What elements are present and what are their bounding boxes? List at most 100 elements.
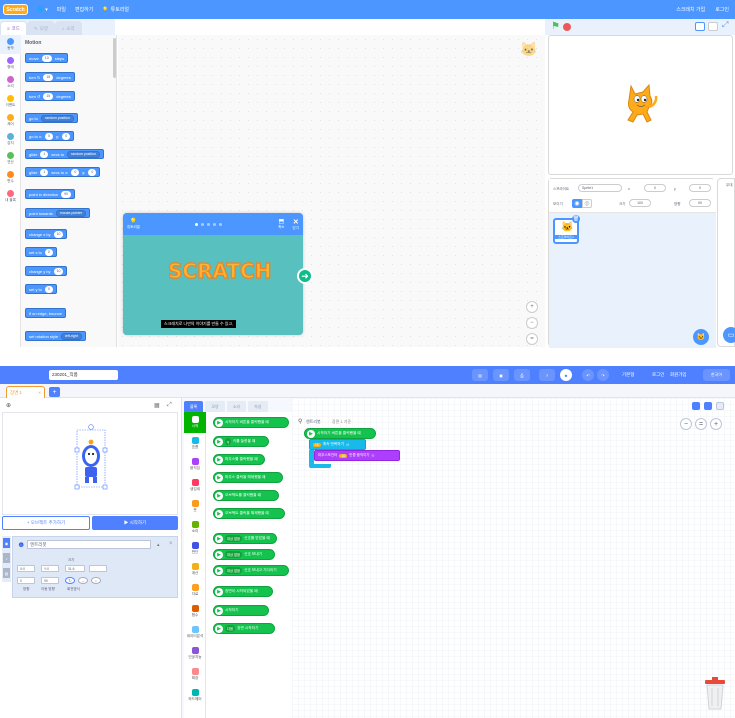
rotate-lr-icon[interactable]: ↔ (78, 577, 88, 584)
next-step-button[interactable]: ➜ (297, 268, 313, 284)
category-0[interactable]: 동작 (0, 35, 21, 54)
direction-field[interactable]: 0 (17, 577, 35, 584)
signup-link[interactable]: 회원가입 (670, 370, 687, 380)
block-input[interactable]: 1 (40, 150, 49, 158)
category-8[interactable]: 내 블록 (0, 187, 21, 206)
script-loop-block[interactable]: 10 계속 반복하기 ↺ (309, 439, 366, 450)
size-input[interactable]: 100 (629, 199, 651, 207)
motion-block[interactable]: turn ↺ 15 degrees (25, 91, 75, 101)
motion-block[interactable]: go to x: 0 y: 0 (25, 131, 75, 141)
speed-field[interactable] (89, 565, 107, 572)
motion-block[interactable]: go to random position (25, 113, 78, 123)
choose-sprite-button[interactable]: 🐱 (693, 329, 709, 345)
start-block[interactable]: ▶ 대상 없음 신호를 받았을 때 (213, 533, 277, 544)
direction-input[interactable]: 90 (689, 199, 711, 207)
help-menu-button[interactable]: ? (539, 369, 555, 381)
motion-block[interactable]: move 10 steps (25, 53, 69, 63)
entry-category-13[interactable]: 하드웨어 (184, 685, 206, 706)
print-menu-button[interactable]: ⎙ (514, 369, 530, 381)
zoom-reset-icon[interactable]: = (695, 418, 707, 430)
block-dropdown[interactable]: mouse-pointer (55, 209, 87, 217)
motion-block[interactable]: set rotation style left-right (25, 331, 86, 341)
block-dropdown[interactable]: left-right (61, 332, 82, 340)
block-dropdown[interactable]: random position (40, 114, 74, 122)
entry-category-5[interactable]: 소리 (184, 517, 206, 538)
entry-category-7[interactable]: 계산 (184, 559, 206, 580)
motion-block[interactable]: change x by 10 (25, 229, 68, 239)
start-block[interactable]: ▶ 마우스 클릭을 해제했을 때 (213, 472, 283, 483)
entry-stage[interactable] (2, 412, 178, 515)
start-block[interactable]: ▶ 대상 없음 신호 보내고 기다리기 (213, 565, 289, 576)
block-input[interactable]: 90 (61, 190, 72, 198)
block-dropdown[interactable]: 대상 없음 (225, 567, 243, 574)
rotate-free-icon[interactable]: ↻ (65, 577, 75, 584)
fullscreen-icon[interactable]: ⤢ (722, 20, 728, 30)
sprite-card[interactable]: 🐱 스프라이트1 🗑 (553, 215, 580, 244)
sound-tab-icon[interactable]: ♪ (3, 553, 10, 563)
motion-block[interactable]: set x to 0 (25, 247, 57, 257)
zoom-in-button[interactable]: + (526, 301, 538, 313)
zoom-out-icon[interactable]: − (680, 418, 692, 430)
tab-sounds[interactable]: ♪ 소리 (54, 21, 82, 35)
block-input[interactable]: 0 (44, 285, 53, 293)
category-7[interactable]: 변수 (0, 168, 21, 187)
block-input[interactable]: 10 (53, 267, 64, 275)
tab-shapes[interactable]: 모양 (205, 401, 225, 412)
step-dot[interactable] (219, 222, 223, 226)
delete-sprite-icon[interactable]: 🗑 (572, 215, 580, 223)
entry-category-3[interactable]: 생김새 (184, 475, 206, 496)
category-1[interactable]: 형태 (0, 54, 21, 73)
block-input[interactable]: 0 (44, 248, 53, 256)
tab-code[interactable]: ≡ 코드 (0, 21, 27, 35)
entry-category-1[interactable]: 흐름 (184, 433, 206, 454)
start-button[interactable]: ▶ 시작하기 (92, 516, 178, 530)
add-object-button[interactable]: + 오브젝트 추가하기 (2, 516, 90, 530)
script-move-block[interactable]: 마우스포인터 10 만큼 움직이기 ⤧ (314, 450, 400, 461)
block-dropdown[interactable]: 다음 (225, 625, 236, 632)
entry-category-6[interactable]: 판단 (184, 538, 206, 559)
zoom-in-icon[interactable]: + (710, 418, 722, 430)
start-block[interactable]: ▶ 장면이 시작되었을 때 (213, 586, 273, 597)
size-field[interactable]: 31.6 (65, 565, 85, 572)
entrybot-sprite[interactable] (73, 424, 109, 490)
category-2[interactable]: 소리 (0, 73, 21, 92)
stop-icon[interactable] (563, 23, 571, 31)
block-dropdown[interactable]: random position (67, 150, 100, 158)
category-3[interactable]: 이벤트 (0, 92, 21, 111)
join-link[interactable]: 스크래치 가입 (676, 6, 705, 13)
coordinate-icon[interactable]: ⊕ (6, 402, 11, 409)
scene-tab[interactable]: 장면 1 × (6, 386, 45, 398)
block-dropdown[interactable]: q (225, 438, 231, 445)
y-field[interactable]: Y:0 (41, 565, 59, 572)
block-input[interactable]: 1 (40, 168, 49, 176)
entry-category-0[interactable]: 시작 (184, 412, 206, 433)
user-mode-menu[interactable]: 기본형 (622, 370, 634, 380)
motion-block[interactable]: if on edge, bounce (25, 308, 66, 318)
add-scene-button[interactable]: + (49, 387, 60, 397)
fold-icon[interactable] (716, 402, 724, 410)
x-field[interactable]: X:0 (17, 565, 35, 572)
block-input[interactable]: 0 (62, 132, 71, 140)
motion-block[interactable]: change y by 10 (25, 266, 68, 276)
step-dot[interactable] (213, 222, 217, 226)
hide-button[interactable]: ◎ (582, 199, 592, 208)
block-input[interactable]: 15 (43, 92, 54, 100)
entry-category-9[interactable]: 함수 (184, 601, 206, 622)
project-name-input[interactable]: 230201_작품 (49, 370, 118, 380)
chevron-up-icon[interactable]: ▴ (157, 542, 160, 548)
show-button[interactable]: ◉ (572, 199, 582, 208)
script-board[interactable]: − = + ⚲ 엔트리봇 장면 1 기준 ▶ 시작하기 버튼을 클릭했을 때 1… (292, 398, 735, 718)
block-input[interactable]: 0 (71, 168, 80, 176)
language-select[interactable]: 한국어 (703, 369, 730, 381)
category-5[interactable]: 감지 (0, 130, 21, 149)
start-block[interactable]: ▶ 오브젝트 클릭을 해제했을 때 (213, 508, 285, 519)
block-dropdown[interactable]: 대상 없음 (225, 535, 243, 542)
motion-block[interactable]: set y to 0 (25, 284, 57, 294)
motion-block[interactable]: glide 1 secs to random position (25, 149, 104, 159)
shrink-button[interactable]: ⬒ 축소 (278, 218, 284, 231)
scratch-logo[interactable]: Scratch (3, 4, 28, 15)
edit-menu[interactable]: 편집하기 (75, 6, 93, 13)
cat-sprite[interactable] (621, 82, 659, 126)
signin-link[interactable]: 로그인 (715, 6, 729, 13)
start-block[interactable]: ▶ 다음 장면 시작하기 (213, 623, 275, 634)
